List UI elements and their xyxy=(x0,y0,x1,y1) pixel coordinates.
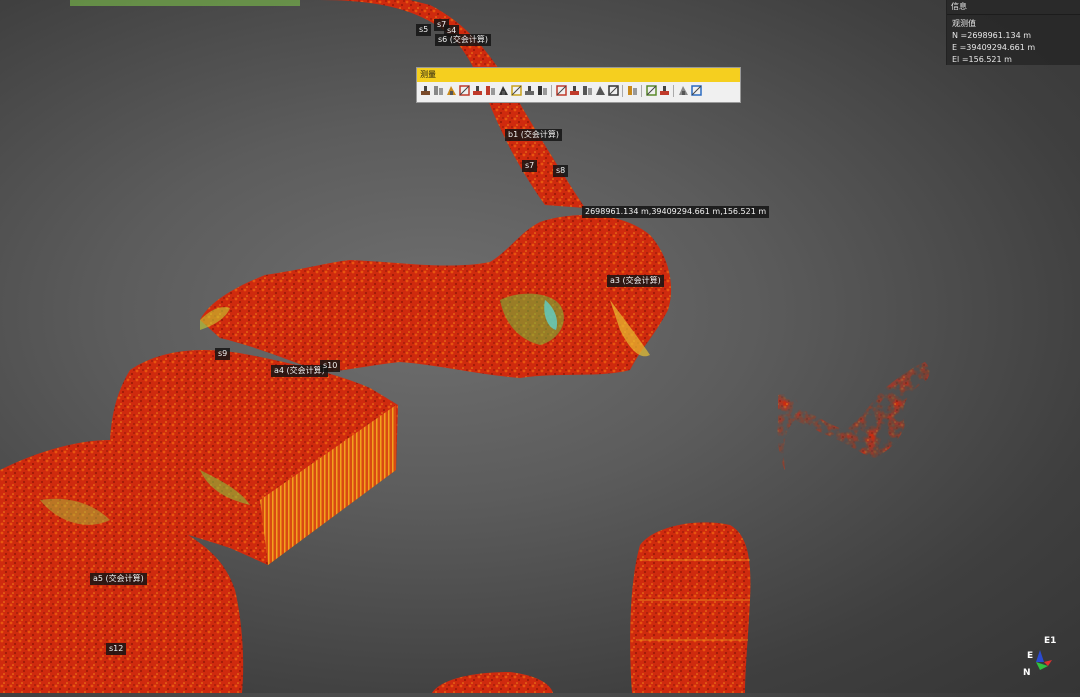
mesh-icon[interactable] xyxy=(594,84,606,97)
info-north-value: N =2698961.134 m xyxy=(952,31,1032,40)
grid-icon[interactable] xyxy=(581,84,593,97)
measure-toolbar-title[interactable]: 测量 xyxy=(417,68,740,82)
measure-tool-row xyxy=(417,82,740,99)
info-east-value: E =39409294.661 m xyxy=(952,43,1036,52)
layers-icon[interactable] xyxy=(690,84,702,97)
point-cloud-render xyxy=(0,0,930,693)
angle-icon[interactable] xyxy=(510,84,522,97)
label-s9[interactable]: s9 xyxy=(215,348,231,360)
tunnel-segment-bottom xyxy=(630,522,751,693)
delete-icon[interactable] xyxy=(658,84,670,97)
label-s10[interactable]: s10 xyxy=(320,360,341,372)
intersection-icon[interactable] xyxy=(555,84,567,97)
compare-icon[interactable] xyxy=(626,84,638,97)
toolbar-separator xyxy=(622,84,623,97)
label-a3[interactable]: a3 (交会计算) xyxy=(607,275,664,287)
tunnel-segment-top xyxy=(40,0,585,208)
toolbar-separator xyxy=(673,84,674,97)
vertical-measure-icon[interactable] xyxy=(458,84,470,97)
info-panel-header[interactable]: 信息 xyxy=(947,0,1080,15)
label-a5[interactable]: a5 (交会计算) xyxy=(90,573,147,585)
export-points-icon[interactable] xyxy=(607,84,619,97)
ground-icon[interactable] xyxy=(536,84,548,97)
axis-triad-icon xyxy=(1036,650,1052,670)
label-s5[interactable]: s5 xyxy=(416,24,432,36)
point-icon[interactable] xyxy=(523,84,535,97)
label-b1[interactable]: b1 (交会计算) xyxy=(505,129,562,141)
chamber-a3 xyxy=(200,215,672,378)
report-icon[interactable] xyxy=(677,84,689,97)
fragment-bottom xyxy=(432,672,553,693)
label-s8[interactable]: s8 xyxy=(553,165,569,177)
label-s7[interactable]: s7 xyxy=(522,160,538,172)
point-cloud-viewport[interactable]: s5 s7 s4 s6 (交会计算) b1 (交会计算) s7 s8 26989… xyxy=(0,0,1080,693)
toolbar-separator xyxy=(641,84,642,97)
height-icon[interactable] xyxy=(445,84,457,97)
measure-toolbar: 测量 xyxy=(416,67,741,103)
label-s12[interactable]: s12 xyxy=(106,643,127,655)
toolbar-separator xyxy=(551,84,552,97)
info-section-title: 观测值 xyxy=(952,19,976,28)
coordinate-label: 2698961.134 m,39409294.661 m,156.521 m xyxy=(582,206,770,218)
axis-gizmo[interactable]: E1 E N xyxy=(1018,632,1066,682)
distance-icon[interactable] xyxy=(419,84,431,97)
area-icon[interactable] xyxy=(432,84,444,97)
fragment-right xyxy=(777,362,930,470)
info-elevation-value: El =156.521 m xyxy=(952,55,1012,64)
tag-icon[interactable] xyxy=(645,84,657,97)
info-panel: 信息 观测值 N =2698961.134 m E =39409294.661 … xyxy=(946,0,1080,65)
label-s6[interactable]: s6 (交会计算) xyxy=(435,34,492,46)
plane-measure-icon[interactable] xyxy=(484,84,496,97)
slope-icon[interactable] xyxy=(497,84,509,97)
wall-measure-icon[interactable] xyxy=(471,84,483,97)
line-intersection-icon[interactable] xyxy=(568,84,580,97)
